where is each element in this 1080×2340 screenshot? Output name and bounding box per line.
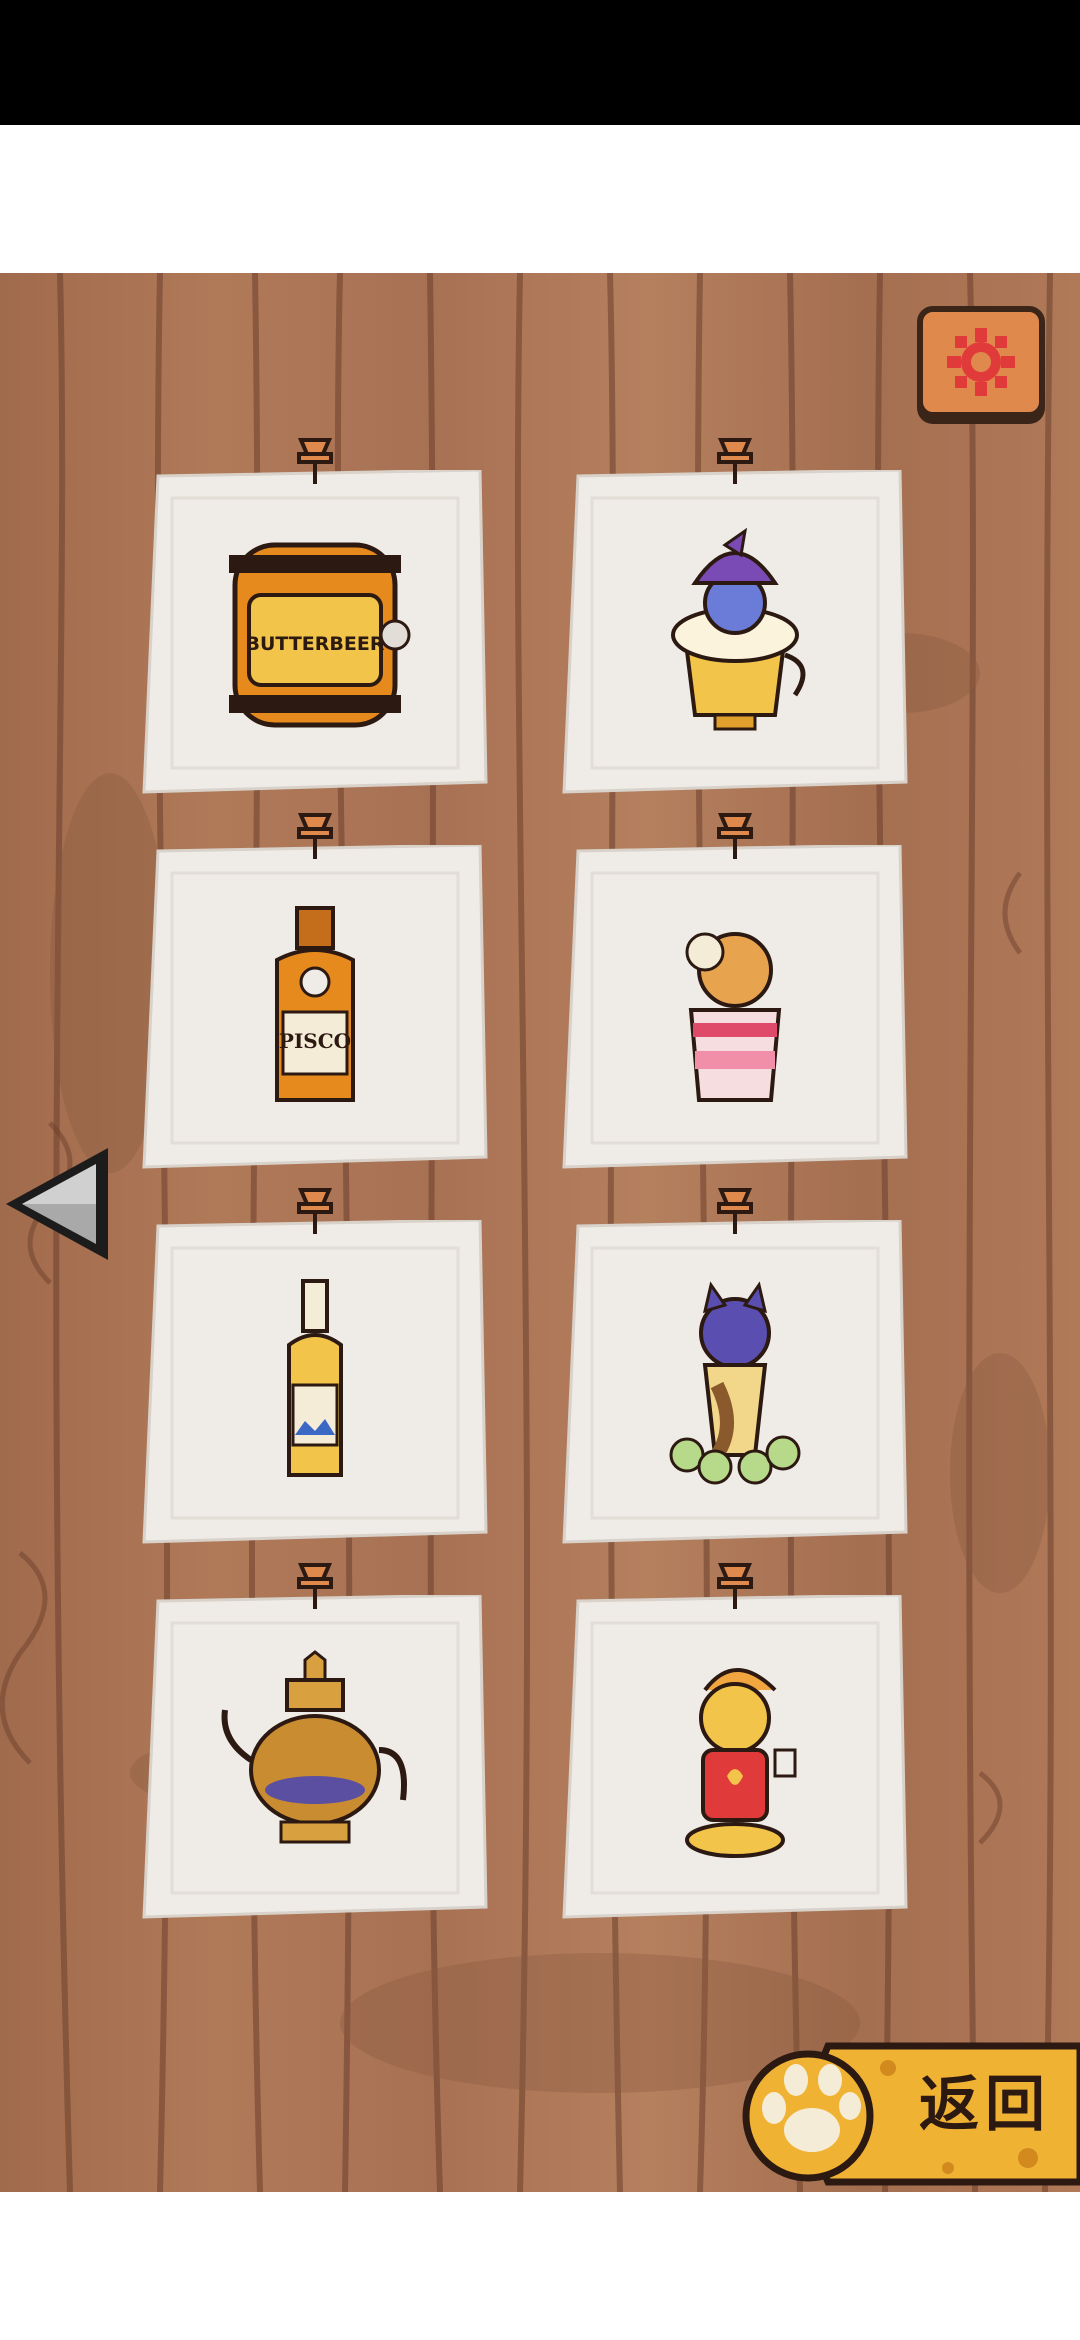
pin-icon bbox=[297, 1563, 333, 1609]
return-label: 返回 bbox=[919, 2070, 1051, 2140]
pin-icon bbox=[717, 1563, 753, 1609]
pin-icon bbox=[297, 813, 333, 859]
cat-icon bbox=[685, 1668, 797, 1858]
bottom-margin bbox=[0, 2192, 1080, 2340]
note-butterbeer-barrel[interactable]: BUTTERBEER bbox=[140, 438, 490, 795]
note-cat-grape-glass[interactable] bbox=[560, 1188, 910, 1545]
glass-icon bbox=[685, 932, 782, 1102]
pin-icon bbox=[297, 438, 333, 484]
pin-icon bbox=[717, 1188, 753, 1234]
teapot-icon bbox=[221, 1650, 407, 1844]
bottle-icon: PISCO bbox=[275, 906, 355, 1102]
barrel-icon: BUTTERBEER bbox=[229, 542, 411, 728]
paw-icon bbox=[742, 2050, 874, 2182]
note-wizard-cat-beer-mug[interactable] bbox=[560, 438, 910, 795]
pin-icon bbox=[297, 1188, 333, 1234]
note-pisco-bottle[interactable]: PISCO bbox=[140, 813, 490, 1170]
pin-icon bbox=[717, 813, 753, 859]
status-bar bbox=[0, 0, 1080, 125]
top-margin bbox=[0, 125, 1080, 273]
glass-icon bbox=[669, 1281, 801, 1485]
note-teapot[interactable] bbox=[140, 1563, 490, 1920]
settings-button[interactable] bbox=[917, 306, 1045, 418]
gear-icon bbox=[947, 328, 1015, 396]
butterbeer-label: BUTTERBEER bbox=[246, 633, 385, 655]
beer-mug-icon bbox=[671, 527, 806, 731]
prev-page-arrow[interactable] bbox=[0, 1140, 120, 1268]
note-liquor-bottle[interactable] bbox=[140, 1188, 490, 1545]
pisco-label: PISCO bbox=[279, 1029, 351, 1053]
bottle-icon bbox=[287, 1279, 343, 1477]
note-cat-figure[interactable] bbox=[560, 1563, 910, 1920]
pin-icon bbox=[717, 438, 753, 484]
note-llama-cat-glass[interactable] bbox=[560, 813, 910, 1170]
